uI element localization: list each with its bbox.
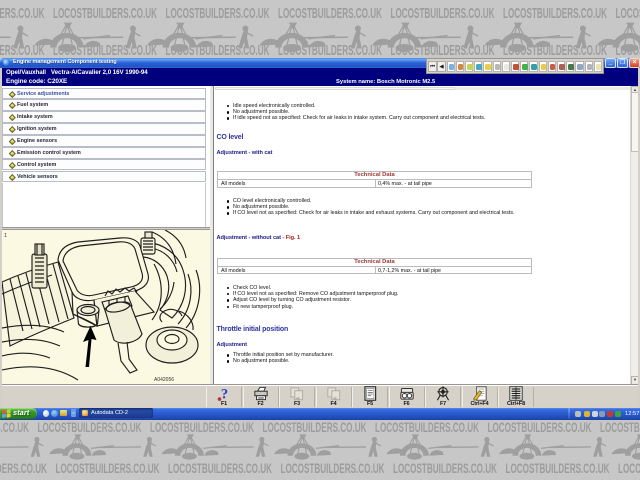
svg-text:LOCOSTBUILDERS.CO.UK: LOCOSTBUILDERS.CO.UK xyxy=(278,5,382,22)
svg-text:LOCOSTBUILDERS.CO.UK: LOCOSTBUILDERS.CO.UK xyxy=(0,5,45,22)
svg-text:LOCOSTBUILDERS.CO.UK: LOCOSTBUILDERS.CO.UK xyxy=(488,420,592,435)
svg-text:LOCOSTBUILDERS.CO.UK: LOCOSTBUILDERS.CO.UK xyxy=(53,5,157,22)
svg-text:LOCOSTBUILDERS.CO.UK: LOCOSTBUILDERS.CO.UK xyxy=(0,420,29,435)
svg-text:LOCOSTBUILDERS.CO.UK: LOCOSTBUILDERS.CO.UK xyxy=(56,461,160,476)
svg-text:LOCOSTBUILDERS.CO.UK: LOCOSTBUILDERS.CO.UK xyxy=(618,461,640,476)
svg-text:A042056: A042056 xyxy=(154,377,174,383)
svg-text:LOCOSTBUILDERS.CO.UK: LOCOSTBUILDERS.CO.UK xyxy=(38,420,142,435)
svg-text:LOCOSTBUILDERS.CO.UK: LOCOSTBUILDERS.CO.UK xyxy=(281,461,385,476)
svg-text:LOCOSTBUILDERS.CO.UK: LOCOSTBUILDERS.CO.UK xyxy=(391,5,495,22)
svg-text:LOCOSTBUILDERS.CO.UK: LOCOSTBUILDERS.CO.UK xyxy=(616,5,640,22)
svg-text:LOCOSTBUILDERS.CO.UK: LOCOSTBUILDERS.CO.UK xyxy=(263,420,367,435)
svg-text:LOCOSTBUILDERS.CO.UK: LOCOSTBUILDERS.CO.UK xyxy=(600,420,640,435)
svg-text:LOCOSTBUILDERS.CO.UK: LOCOSTBUILDERS.CO.UK xyxy=(393,461,497,476)
svg-text:1: 1 xyxy=(4,233,7,239)
svg-text:LOCOSTBUILDERS.CO.UK: LOCOSTBUILDERS.CO.UK xyxy=(168,461,272,476)
svg-text:LOCOSTBUILDERS.CO.UK: LOCOSTBUILDERS.CO.UK xyxy=(150,420,254,435)
svg-text:LOCOSTBUILDERS.CO.UK: LOCOSTBUILDERS.CO.UK xyxy=(166,5,270,22)
svg-text:LOCOSTBUILDERS.CO.UK: LOCOSTBUILDERS.CO.UK xyxy=(0,461,47,476)
svg-text:LOCOSTBUILDERS.CO.UK: LOCOSTBUILDERS.CO.UK xyxy=(506,461,610,476)
svg-text:LOCOSTBUILDERS.CO.UK: LOCOSTBUILDERS.CO.UK xyxy=(375,420,479,435)
svg-text:?: ? xyxy=(221,386,228,401)
svg-text:LOCOSTBUILDERS.CO.UK: LOCOSTBUILDERS.CO.UK xyxy=(503,5,607,22)
